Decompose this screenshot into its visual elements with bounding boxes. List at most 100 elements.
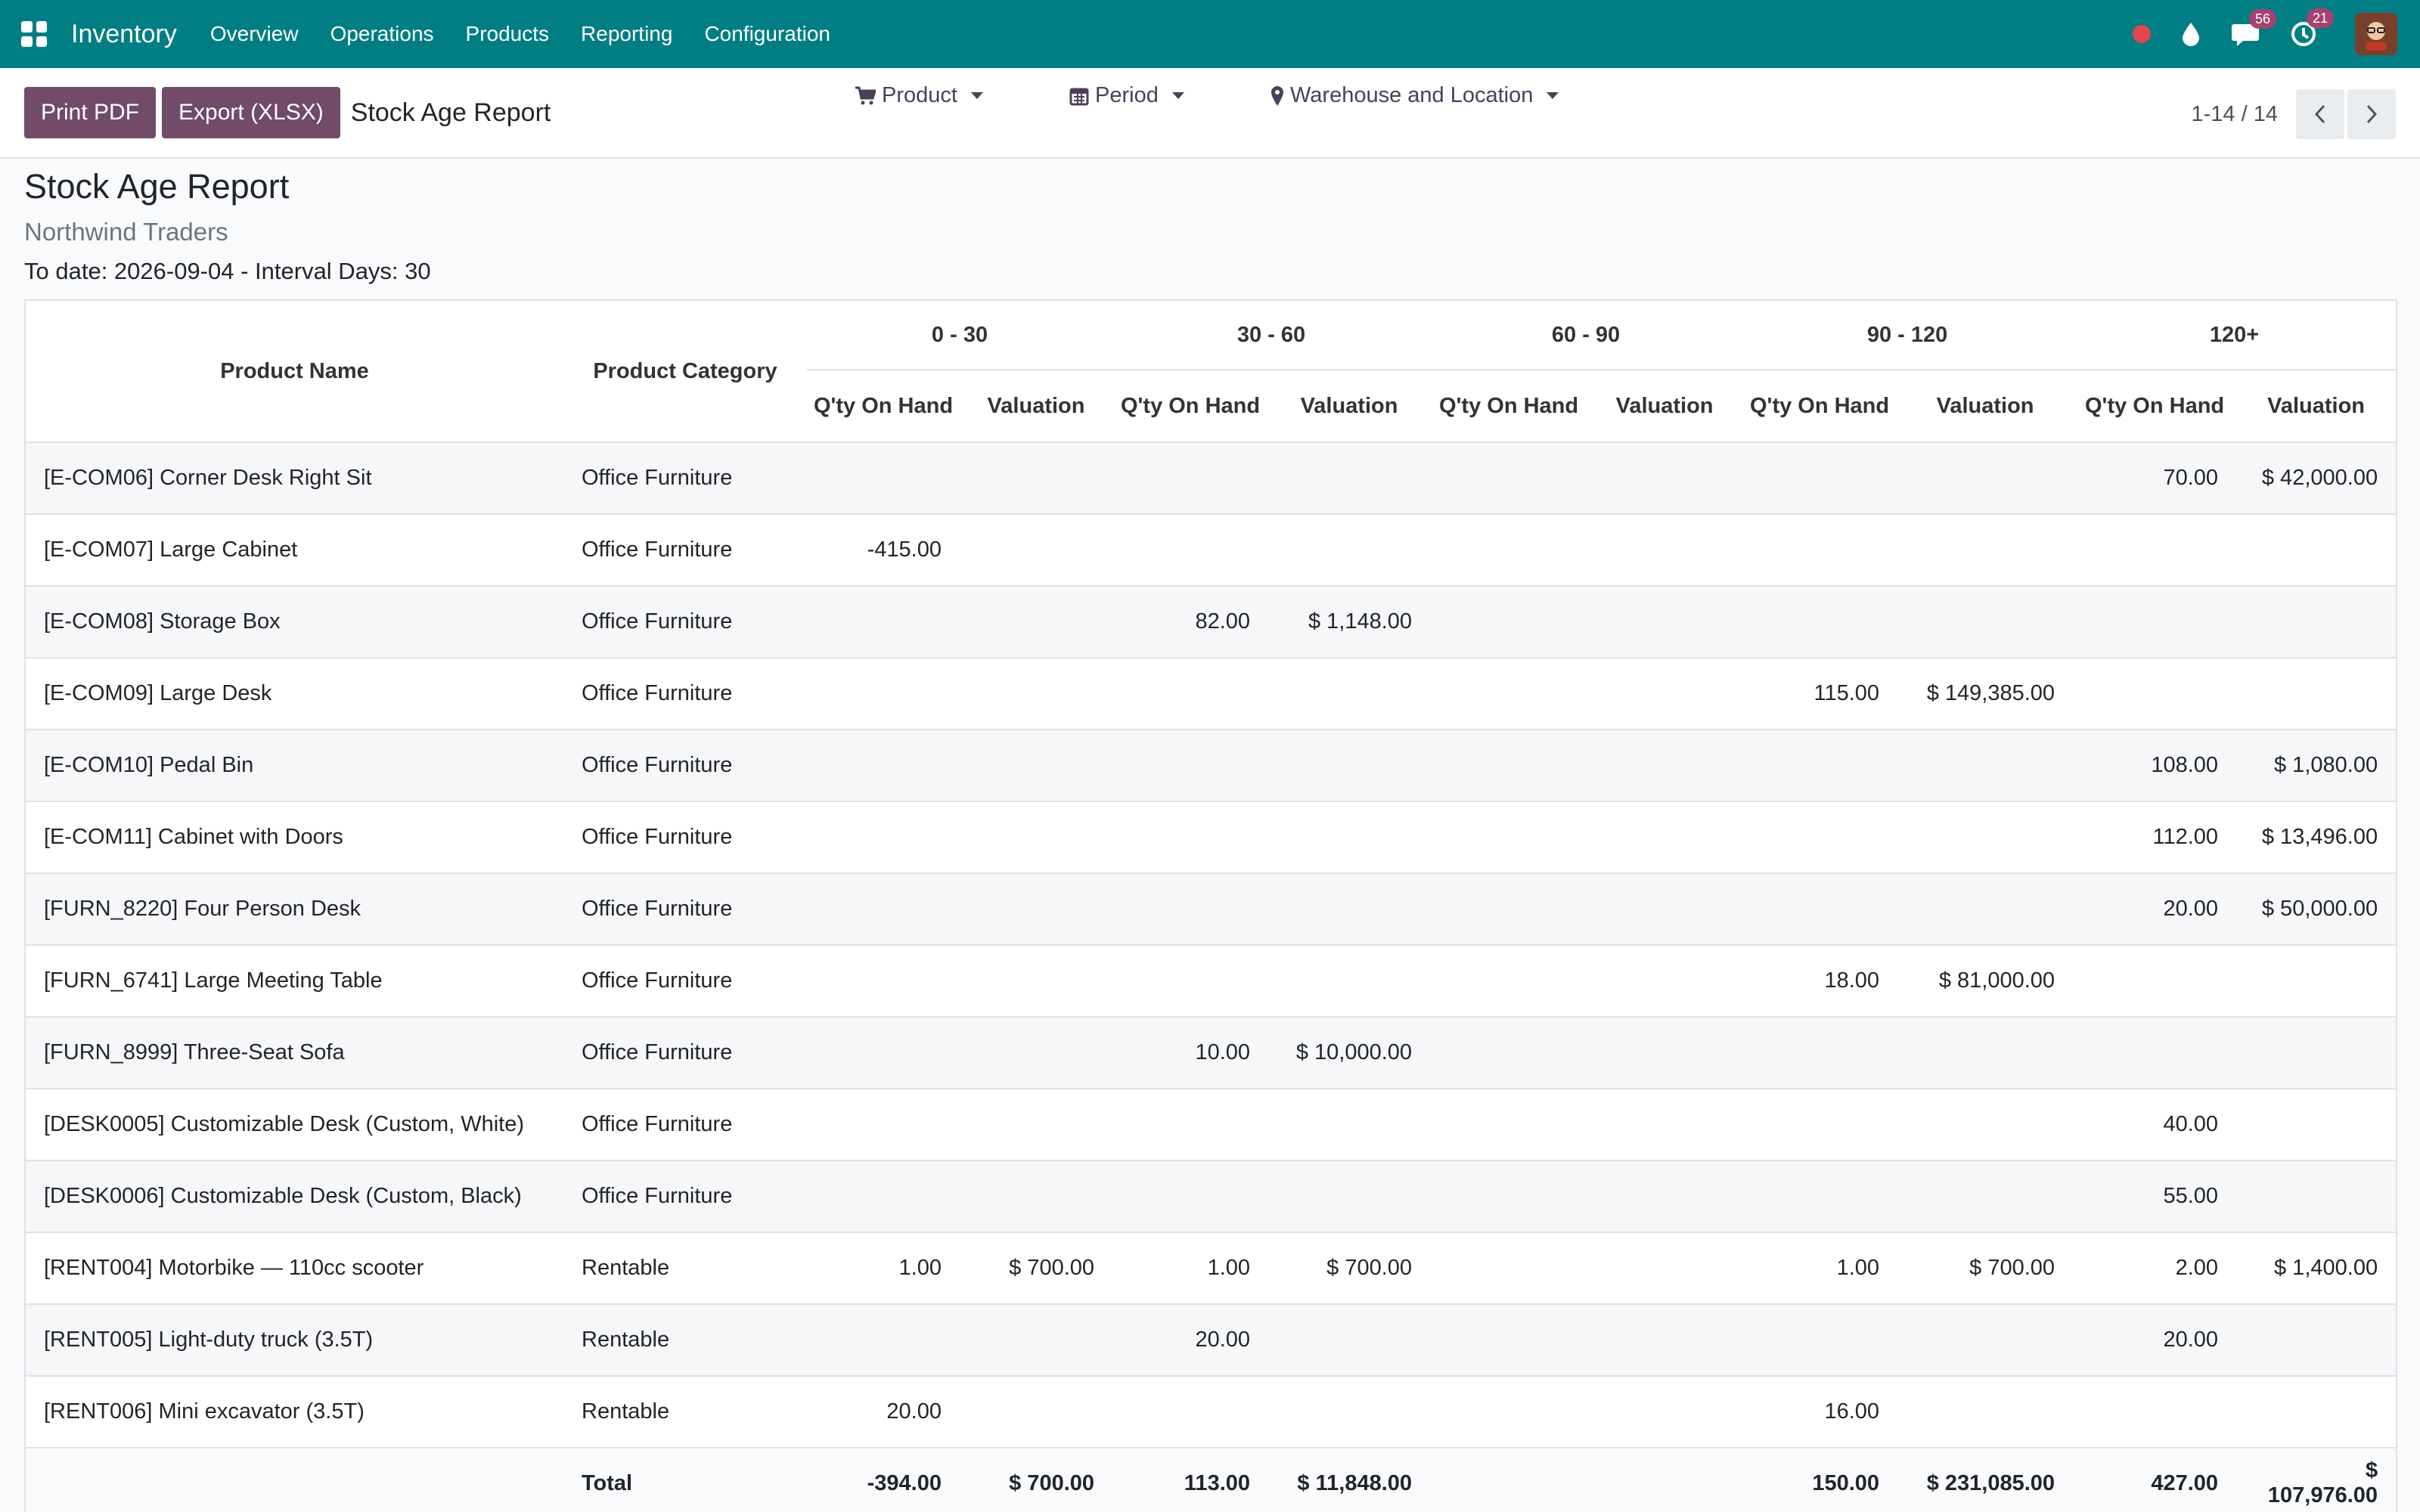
apps-grid-icon[interactable] bbox=[21, 21, 47, 47]
qty-cell bbox=[807, 1016, 960, 1089]
table-row[interactable]: [FURN_8220] Four Person Desk Office Furni… bbox=[25, 872, 2397, 945]
qty-cell bbox=[1112, 513, 1269, 586]
total-qty-cell: 150.00 bbox=[1742, 1447, 1898, 1512]
header-valuation[interactable]: Valuation bbox=[2236, 369, 2397, 442]
product-name-cell[interactable]: [E-COM10] Pedal Bin bbox=[25, 729, 563, 801]
table-row[interactable]: [E-COM07] Large Cabinet Office Furniture -… bbox=[25, 513, 2397, 586]
valuation-cell: $ 1,400.00 bbox=[2236, 1232, 2397, 1304]
pager-value[interactable]: 1-14 / 14 bbox=[2192, 102, 2278, 127]
table-row[interactable]: [E-COM11] Cabinet with Doors Office Furni… bbox=[25, 801, 2397, 873]
valuation-cell bbox=[960, 1375, 1113, 1448]
table-row[interactable]: [E-COM08] Storage Box Office Furniture 82.… bbox=[25, 585, 2397, 658]
product-name-cell[interactable]: [E-COM08] Storage Box bbox=[25, 585, 563, 658]
user-avatar[interactable] bbox=[2355, 13, 2397, 55]
valuation-cell bbox=[1268, 1375, 1431, 1448]
product-category-cell: Office Furniture bbox=[563, 872, 807, 945]
menu-reporting[interactable]: Reporting bbox=[581, 22, 672, 46]
product-category-cell: Office Furniture bbox=[563, 1088, 807, 1160]
header-qty-on-hand[interactable]: Q'ty On Hand bbox=[1742, 369, 1898, 442]
qty-cell bbox=[1742, 513, 1898, 586]
product-filter-dropdown[interactable]: Product bbox=[855, 83, 983, 108]
valuation-cell bbox=[1587, 801, 1742, 873]
product-name-cell[interactable]: [FURN_8220] Four Person Desk bbox=[25, 872, 563, 945]
menu-operations[interactable]: Operations bbox=[330, 22, 434, 46]
period-filter-label: Period bbox=[1095, 83, 1159, 107]
header-valuation[interactable]: Valuation bbox=[1268, 369, 1431, 442]
valuation-cell bbox=[1897, 1016, 2074, 1089]
company-name: Northwind Traders bbox=[24, 218, 228, 246]
app-title[interactable]: Inventory bbox=[71, 20, 177, 49]
header-product-category[interactable]: Product Category bbox=[563, 300, 807, 442]
table-row[interactable]: [RENT004] Motorbike — 110cc scooter Renta… bbox=[25, 1232, 2397, 1304]
product-name-cell[interactable]: [E-COM07] Large Cabinet bbox=[25, 513, 563, 586]
recording-dot-icon[interactable] bbox=[2133, 25, 2151, 43]
valuation-cell bbox=[1268, 729, 1431, 801]
valuation-cell bbox=[1268, 944, 1431, 1017]
menu-overview[interactable]: Overview bbox=[210, 22, 299, 46]
table-row[interactable]: [E-COM09] Large Desk Office Furniture 115.… bbox=[25, 657, 2397, 730]
activities-clock-icon[interactable]: 21 bbox=[2290, 8, 2334, 48]
messages-icon[interactable]: 56 bbox=[2231, 9, 2276, 47]
valuation-cell bbox=[1897, 1160, 2074, 1232]
table-row[interactable]: [RENT005] Light-duty truck (3.5T) Rentabl… bbox=[25, 1303, 2397, 1376]
table-row[interactable]: [RENT006] Mini excavator (3.5T) Rentable 2… bbox=[25, 1375, 2397, 1448]
product-name-cell[interactable]: [DESK0005] Customizable Desk (Custom, Wh… bbox=[25, 1088, 563, 1160]
valuation-cell bbox=[2236, 1375, 2397, 1448]
breadcrumb-title: Stock Age Report bbox=[350, 98, 551, 127]
header-qty-on-hand[interactable]: Q'ty On Hand bbox=[807, 369, 960, 442]
pager-next-button[interactable] bbox=[2347, 89, 2396, 139]
calendar-icon bbox=[1069, 88, 1089, 105]
product-category-cell: Office Furniture bbox=[563, 657, 807, 730]
product-name-cell[interactable]: [DESK0006] Customizable Desk (Custom, Bl… bbox=[25, 1160, 563, 1232]
droplet-icon[interactable] bbox=[2181, 21, 2201, 47]
product-name-cell[interactable]: [FURN_6741] Large Meeting Table bbox=[25, 944, 563, 1017]
product-name-cell[interactable]: [FURN_8999] Three-Seat Sofa bbox=[25, 1016, 563, 1089]
product-name-cell[interactable]: [E-COM09] Large Desk bbox=[25, 657, 563, 730]
cart-icon bbox=[855, 86, 876, 104]
header-valuation[interactable]: Valuation bbox=[1897, 369, 2074, 442]
qty-cell bbox=[1112, 1375, 1269, 1448]
qty-cell: -415.00 bbox=[807, 513, 960, 586]
qty-cell bbox=[1742, 442, 1898, 514]
header-valuation[interactable]: Valuation bbox=[960, 369, 1113, 442]
header-product-name[interactable]: Product Name bbox=[25, 300, 563, 442]
product-name-cell[interactable]: [RENT005] Light-duty truck (3.5T) bbox=[25, 1303, 563, 1376]
header-valuation[interactable]: Valuation bbox=[1587, 369, 1742, 442]
product-name-cell[interactable]: [RENT004] Motorbike — 110cc scooter bbox=[25, 1232, 563, 1304]
valuation-cell bbox=[1268, 657, 1431, 730]
valuation-cell bbox=[960, 801, 1113, 873]
valuation-cell bbox=[1268, 513, 1431, 586]
header-qty-on-hand[interactable]: Q'ty On Hand bbox=[1430, 369, 1588, 442]
table-row[interactable]: [FURN_8999] Three-Seat Sofa Office Furnit… bbox=[25, 1016, 2397, 1089]
table-row[interactable]: [DESK0006] Customizable Desk (Custom, Bl… bbox=[25, 1160, 2397, 1232]
valuation-cell bbox=[1897, 513, 2074, 586]
table-row[interactable]: [E-COM10] Pedal Bin Office Furniture 108.0… bbox=[25, 729, 2397, 801]
qty-cell bbox=[1430, 1232, 1588, 1304]
qty-cell bbox=[807, 944, 960, 1017]
qty-cell bbox=[807, 657, 960, 730]
qty-cell bbox=[2073, 944, 2237, 1017]
print-pdf-button[interactable]: Print PDF bbox=[24, 87, 157, 138]
product-name-cell[interactable]: [RENT006] Mini excavator (3.5T) bbox=[25, 1375, 563, 1448]
menu-configuration[interactable]: Configuration bbox=[704, 22, 830, 46]
valuation-cell: $ 149,385.00 bbox=[1897, 657, 2074, 730]
table-row[interactable]: [E-COM06] Corner Desk Right Sit Office Fu… bbox=[25, 442, 2397, 514]
export-xlsx-button[interactable]: Export (XLSX) bbox=[162, 87, 340, 138]
top-navbar: Inventory Overview Operations Products R… bbox=[0, 0, 2420, 68]
pager-previous-button[interactable] bbox=[2296, 89, 2344, 139]
warehouse-filter-dropdown[interactable]: Warehouse and Location bbox=[1270, 83, 1559, 108]
period-filter-dropdown[interactable]: Period bbox=[1069, 83, 1184, 108]
header-qty-on-hand[interactable]: Q'ty On Hand bbox=[2073, 369, 2237, 442]
product-category-cell: Office Furniture bbox=[563, 944, 807, 1017]
product-name-cell[interactable]: [E-COM11] Cabinet with Doors bbox=[25, 801, 563, 873]
table-row[interactable]: [FURN_6741] Large Meeting Table Office Fu… bbox=[25, 944, 2397, 1017]
menu-products[interactable]: Products bbox=[466, 22, 550, 46]
qty-cell bbox=[1430, 1160, 1588, 1232]
product-name-cell[interactable]: [E-COM06] Corner Desk Right Sit bbox=[25, 442, 563, 514]
header-qty-on-hand[interactable]: Q'ty On Hand bbox=[1112, 369, 1269, 442]
valuation-cell: $ 1,080.00 bbox=[2236, 729, 2397, 801]
table-row[interactable]: [DESK0005] Customizable Desk (Custom, Wh… bbox=[25, 1088, 2397, 1160]
stock-age-table: Product Name Product Category 0 - 30 30 … bbox=[24, 299, 2398, 1512]
qty-cell bbox=[1430, 801, 1588, 873]
valuation-cell: $ 81,000.00 bbox=[1897, 944, 2074, 1017]
